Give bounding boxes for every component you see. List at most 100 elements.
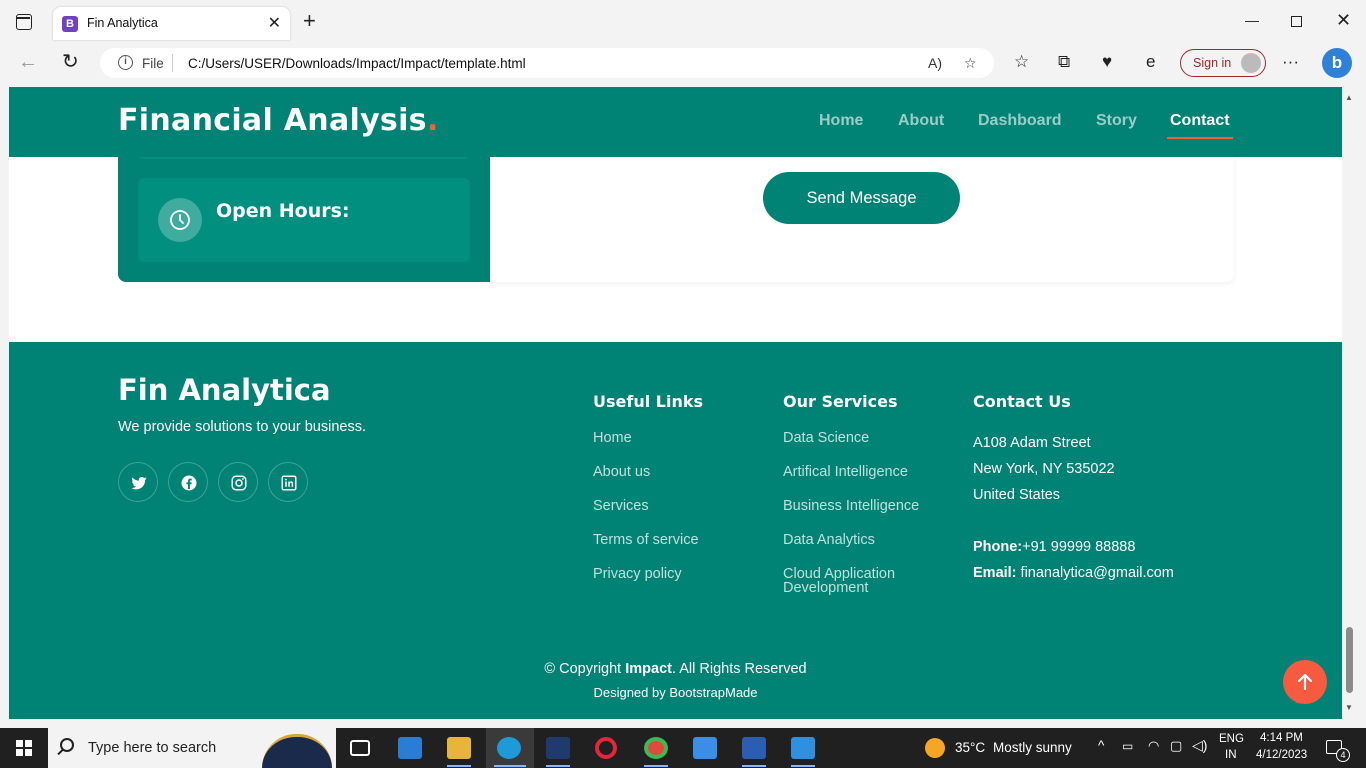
service-data-analytics[interactable]: Data Analytics <box>783 533 875 548</box>
photos-icon[interactable] <box>693 737 717 759</box>
footer-link-terms[interactable]: Terms of service <box>593 533 699 548</box>
facebook-link[interactable] <box>168 462 208 502</box>
running-indicator <box>494 765 526 767</box>
minimize-icon[interactable]: — <box>1245 12 1259 28</box>
footer-link-services[interactable]: Services <box>593 499 649 514</box>
copyright-prefix: © Copyright <box>544 661 622 677</box>
windows-start-icon[interactable] <box>16 740 32 756</box>
sign-in-button[interactable]: Sign in <box>1180 49 1266 77</box>
address-url[interactable]: C:/Users/USER/Downloads/Impact/Impact/te… <box>188 56 526 71</box>
close-tab-icon[interactable]: ✕ <box>268 13 281 33</box>
vscode-icon[interactable] <box>791 737 815 759</box>
scrollbar-thumb[interactable] <box>1346 627 1353 693</box>
maximize-icon[interactable] <box>1291 16 1302 27</box>
twitter-link[interactable] <box>118 462 158 502</box>
address-divider <box>172 54 173 72</box>
collections-icon[interactable]: ⧉ <box>1058 52 1070 72</box>
service-cloud-app-line2[interactable]: Development <box>783 581 868 596</box>
scroll-to-top-button[interactable] <box>1283 660 1327 704</box>
linkedin-link[interactable] <box>268 462 308 502</box>
footer-brand[interactable]: Fin Analytica <box>118 373 331 407</box>
tab-title: Fin Analytica <box>87 16 158 30</box>
clock-icon <box>158 198 202 242</box>
credits[interactable]: Designed by BootstrapMade <box>9 685 1342 700</box>
page-scrollbar[interactable]: ▲ ▼ <box>1342 87 1357 719</box>
site-logo[interactable]: Financial Analysis. <box>118 103 439 138</box>
nav-about[interactable]: About <box>898 112 944 130</box>
mail-icon[interactable] <box>398 737 422 759</box>
arrow-up-icon <box>1297 673 1313 691</box>
clock-date[interactable]: 4/12/2023 <box>1256 749 1307 761</box>
running-indicator <box>791 765 815 767</box>
linkedin-icon <box>281 475 297 491</box>
bing-copilot-icon[interactable]: b <box>1322 48 1352 78</box>
display-icon[interactable]: ▢ <box>1170 738 1182 754</box>
footer-tagline: We provide solutions to your business. <box>118 419 366 435</box>
nav-dashboard[interactable]: Dashboard <box>978 112 1062 130</box>
search-highlight-image <box>262 734 332 768</box>
task-view-icon[interactable] <box>350 740 370 756</box>
email-line: Email: finanalytica@gmail.com <box>973 565 1174 581</box>
read-aloud-icon[interactable]: A) <box>928 55 942 71</box>
browser-essentials-icon[interactable]: ♥ <box>1102 52 1112 72</box>
service-data-science[interactable]: Data Science <box>783 431 869 446</box>
copyright: © Copyright Impact. All Rights Reserved <box>9 661 1342 677</box>
service-cloud-app[interactable]: Cloud Application <box>783 567 895 582</box>
running-indicator <box>742 765 766 767</box>
phone-value: +91 99999 88888 <box>1022 539 1136 555</box>
edge-bar-icon[interactable]: e <box>1146 52 1155 72</box>
more-options-icon[interactable]: ··· <box>1282 52 1299 72</box>
weather-temp[interactable]: 35°C <box>955 740 985 755</box>
address-scheme-label: File <box>142 56 164 71</box>
browser-tab-strip: B Fin Analytica ✕ + — ✕ <box>0 0 1366 46</box>
wifi-icon[interactable]: ◠ <box>1148 738 1159 754</box>
refresh-icon[interactable]: ↻ <box>62 52 79 72</box>
sql-server-icon[interactable] <box>546 737 570 759</box>
clock-time[interactable]: 4:14 PM <box>1260 732 1303 744</box>
language-top[interactable]: ENG <box>1219 733 1244 745</box>
close-window-icon[interactable]: ✕ <box>1336 10 1351 31</box>
footer-link-privacy[interactable]: Privacy policy <box>593 567 682 582</box>
weather-sun-icon[interactable] <box>925 738 945 758</box>
taskbar-search-placeholder: Type here to search <box>88 740 217 756</box>
favorite-add-icon[interactable]: ☆ <box>964 55 977 72</box>
favorites-icon[interactable]: ☆ <box>1014 52 1029 72</box>
running-indicator <box>447 765 471 767</box>
battery-icon[interactable]: ▭ <box>1122 739 1133 753</box>
logo-dot: . <box>426 103 439 138</box>
instagram-link[interactable] <box>218 462 258 502</box>
notification-count: 4 <box>1336 748 1350 762</box>
volume-icon[interactable]: ◁) <box>1192 737 1207 754</box>
word-icon[interactable] <box>742 737 766 759</box>
nav-story[interactable]: Story <box>1096 112 1137 130</box>
send-message-button[interactable]: Send Message <box>763 172 960 224</box>
browser-tab[interactable]: B Fin Analytica ✕ <box>53 7 290 40</box>
service-bi[interactable]: Business Intelligence <box>783 499 919 514</box>
footer-link-home[interactable]: Home <box>593 431 632 446</box>
address-bar[interactable]: i File C:/Users/USER/Downloads/Impact/Im… <box>100 48 994 78</box>
email-value[interactable]: finanalytica@gmail.com <box>1021 565 1174 581</box>
chrome-icon[interactable] <box>644 737 668 759</box>
edge-icon[interactable] <box>497 737 521 759</box>
back-icon[interactable]: ← <box>18 52 38 72</box>
site-info-icon[interactable]: i <box>118 55 133 70</box>
file-explorer-icon[interactable] <box>447 737 471 759</box>
language-bottom[interactable]: IN <box>1225 749 1237 761</box>
twitter-icon <box>131 476 147 490</box>
new-tab-icon[interactable]: + <box>303 10 316 32</box>
address-line-1: A108 Adam Street <box>973 435 1091 451</box>
scroll-down-icon[interactable]: ▼ <box>1345 703 1353 712</box>
favicon-icon: B <box>62 16 78 32</box>
opera-icon[interactable] <box>595 737 617 759</box>
nav-contact[interactable]: Contact <box>1170 112 1230 130</box>
weather-desc[interactable]: Mostly sunny <box>993 740 1072 755</box>
tab-actions-icon[interactable] <box>16 14 32 30</box>
service-ai[interactable]: Artifical Intelligence <box>783 465 908 480</box>
site-logo-text: Financial Analysis <box>118 103 427 138</box>
nav-home[interactable]: Home <box>819 112 863 130</box>
scroll-up-icon[interactable]: ▲ <box>1345 93 1353 102</box>
search-icon <box>60 738 74 752</box>
chevron-up-icon[interactable]: ^ <box>1098 738 1104 753</box>
taskbar-search[interactable]: Type here to search <box>48 728 336 768</box>
footer-link-about[interactable]: About us <box>593 465 650 480</box>
